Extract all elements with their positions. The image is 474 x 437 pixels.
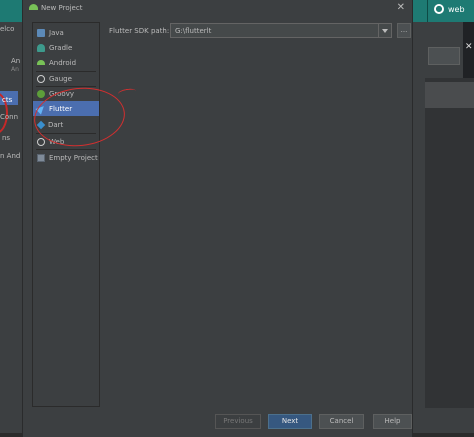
project-type-label: Gradle bbox=[49, 43, 73, 52]
welcome-right-list bbox=[425, 78, 474, 408]
cancel-button[interactable]: Cancel bbox=[319, 414, 364, 429]
welcome-text-fragment: cts bbox=[2, 96, 13, 104]
project-type-web[interactable]: Web bbox=[33, 134, 99, 149]
welcome-left-panel bbox=[0, 22, 22, 437]
project-type-label: Dart bbox=[48, 120, 64, 129]
next-button[interactable]: Next bbox=[268, 414, 312, 429]
welcome-text-fragment: Conn bbox=[0, 113, 19, 121]
project-type-java[interactable]: Java bbox=[33, 25, 99, 40]
close-icon[interactable]: ✕ bbox=[465, 42, 473, 52]
groovy-icon bbox=[37, 89, 45, 98]
web-icon bbox=[37, 137, 45, 146]
previous-button[interactable]: Previous bbox=[215, 414, 261, 429]
gradle-icon bbox=[37, 43, 45, 52]
project-type-empty-project[interactable]: Empty Project bbox=[33, 150, 99, 165]
flutter-icon bbox=[35, 102, 47, 115]
welcome-text-fragment: An bbox=[11, 57, 21, 65]
android-icon bbox=[37, 60, 45, 65]
project-type-gradle[interactable]: Gradle bbox=[33, 40, 99, 55]
project-type-label: Android bbox=[49, 58, 77, 67]
project-type-flutter[interactable]: Flutter bbox=[33, 101, 99, 116]
welcome-text-fragment: ns bbox=[2, 134, 11, 142]
new-project-dialog: New Project ✕ Java Gradle Android Gauge … bbox=[22, 0, 413, 437]
welcome-text-fragment: elco bbox=[0, 25, 15, 33]
flutter-sdk-path-combobox[interactable]: G:\flutterlt bbox=[170, 23, 392, 38]
help-button[interactable]: Help bbox=[373, 414, 412, 429]
java-icon bbox=[37, 28, 45, 37]
close-icon[interactable]: ✕ bbox=[397, 2, 405, 13]
project-type-label: Gauge bbox=[49, 74, 72, 83]
empty-project-icon bbox=[37, 153, 45, 162]
project-type-label: Groovy bbox=[49, 89, 74, 98]
flutter-sdk-path-value: G:\flutterlt bbox=[175, 27, 212, 35]
welcome-right-row[interactable] bbox=[425, 82, 474, 108]
project-type-label: Flutter bbox=[49, 104, 73, 113]
dialog-title: New Project bbox=[41, 4, 83, 12]
gauge-icon bbox=[37, 74, 45, 83]
project-type-label: Web bbox=[49, 137, 65, 146]
project-type-android[interactable]: Android bbox=[33, 55, 99, 70]
project-type-label: Empty Project bbox=[49, 153, 98, 162]
taskbar-web-label: web bbox=[448, 4, 465, 14]
annotation-stroke bbox=[117, 87, 137, 98]
dialog-titlebar: New Project ✕ bbox=[23, 0, 412, 18]
taskbar-web-item[interactable]: ● web bbox=[434, 4, 465, 14]
globe-icon: ● bbox=[434, 4, 444, 14]
android-studio-icon bbox=[29, 4, 38, 10]
browse-button[interactable]: ... bbox=[397, 23, 411, 38]
project-type-groovy[interactable]: Groovy bbox=[33, 86, 99, 101]
taskbar-separator bbox=[427, 0, 428, 22]
welcome-text-fragment: An bbox=[11, 66, 19, 73]
project-type-gauge[interactable]: Gauge bbox=[33, 71, 99, 86]
welcome-right-button[interactable] bbox=[428, 47, 460, 65]
chevron-down-icon[interactable] bbox=[378, 24, 391, 37]
project-type-label: Java bbox=[49, 28, 64, 37]
project-type-list: Java Gradle Android Gauge Groovy Flutter… bbox=[32, 22, 100, 407]
flutter-sdk-path-label: Flutter SDK path: bbox=[109, 27, 170, 35]
dart-icon bbox=[36, 120, 46, 129]
welcome-text-fragment: n And bbox=[0, 152, 21, 160]
project-type-dart[interactable]: Dart bbox=[33, 117, 99, 132]
